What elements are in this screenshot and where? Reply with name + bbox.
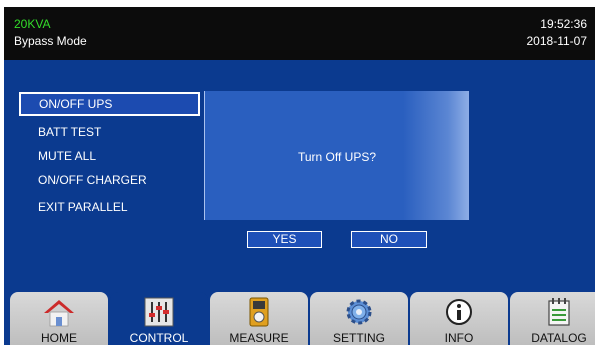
- menu-item-batt-test[interactable]: BATT TEST: [38, 125, 101, 139]
- menu-item-onoff-charger[interactable]: ON/OFF CHARGER: [38, 173, 147, 187]
- ups-screen: 20KVA Bypass Mode 19:52:36 2018-11-07 ON…: [4, 7, 595, 345]
- clock-date: 2018-11-07: [526, 34, 588, 48]
- clock-time: 19:52:36: [540, 17, 587, 31]
- model-label: 20KVA: [14, 17, 51, 31]
- tab-home-label: HOME: [41, 331, 77, 345]
- tab-datalog[interactable]: DATALOG: [510, 292, 595, 345]
- tab-control-label: CONTROL: [129, 331, 189, 345]
- tab-datalog-label: DATALOG: [531, 331, 587, 345]
- tab-control[interactable]: CONTROL: [110, 292, 208, 345]
- tab-setting-label: SETTING: [332, 331, 385, 345]
- menu-item-mute-all[interactable]: MUTE ALL: [38, 149, 96, 163]
- meter-icon: [249, 297, 269, 327]
- gear-icon: [346, 299, 372, 325]
- home-icon: [44, 300, 74, 327]
- status-header: 20KVA Bypass Mode 19:52:36 2018-11-07: [4, 7, 595, 60]
- info-icon: [446, 299, 472, 325]
- mode-label: Bypass Mode: [14, 34, 87, 48]
- tab-setting[interactable]: SETTING: [310, 292, 408, 345]
- confirm-dialog: Turn Off UPS?: [204, 91, 469, 220]
- calendar-log-icon: [548, 298, 570, 326]
- menu-item-exit-parallel[interactable]: EXIT PARALLEL: [38, 200, 128, 214]
- dialog-message: Turn Off UPS?: [297, 150, 377, 164]
- menu-item-onoff-ups[interactable]: ON/OFF UPS: [19, 92, 200, 116]
- tab-measure[interactable]: MEASURE: [210, 292, 308, 345]
- tab-info-label: INFO: [444, 331, 474, 345]
- tab-home[interactable]: HOME: [10, 292, 108, 345]
- no-button[interactable]: NO: [351, 231, 427, 248]
- tab-measure-label: MEASURE: [229, 331, 289, 345]
- tab-info[interactable]: INFO: [410, 292, 508, 345]
- yes-button[interactable]: YES: [247, 231, 322, 248]
- control-sliders-icon: [144, 297, 174, 327]
